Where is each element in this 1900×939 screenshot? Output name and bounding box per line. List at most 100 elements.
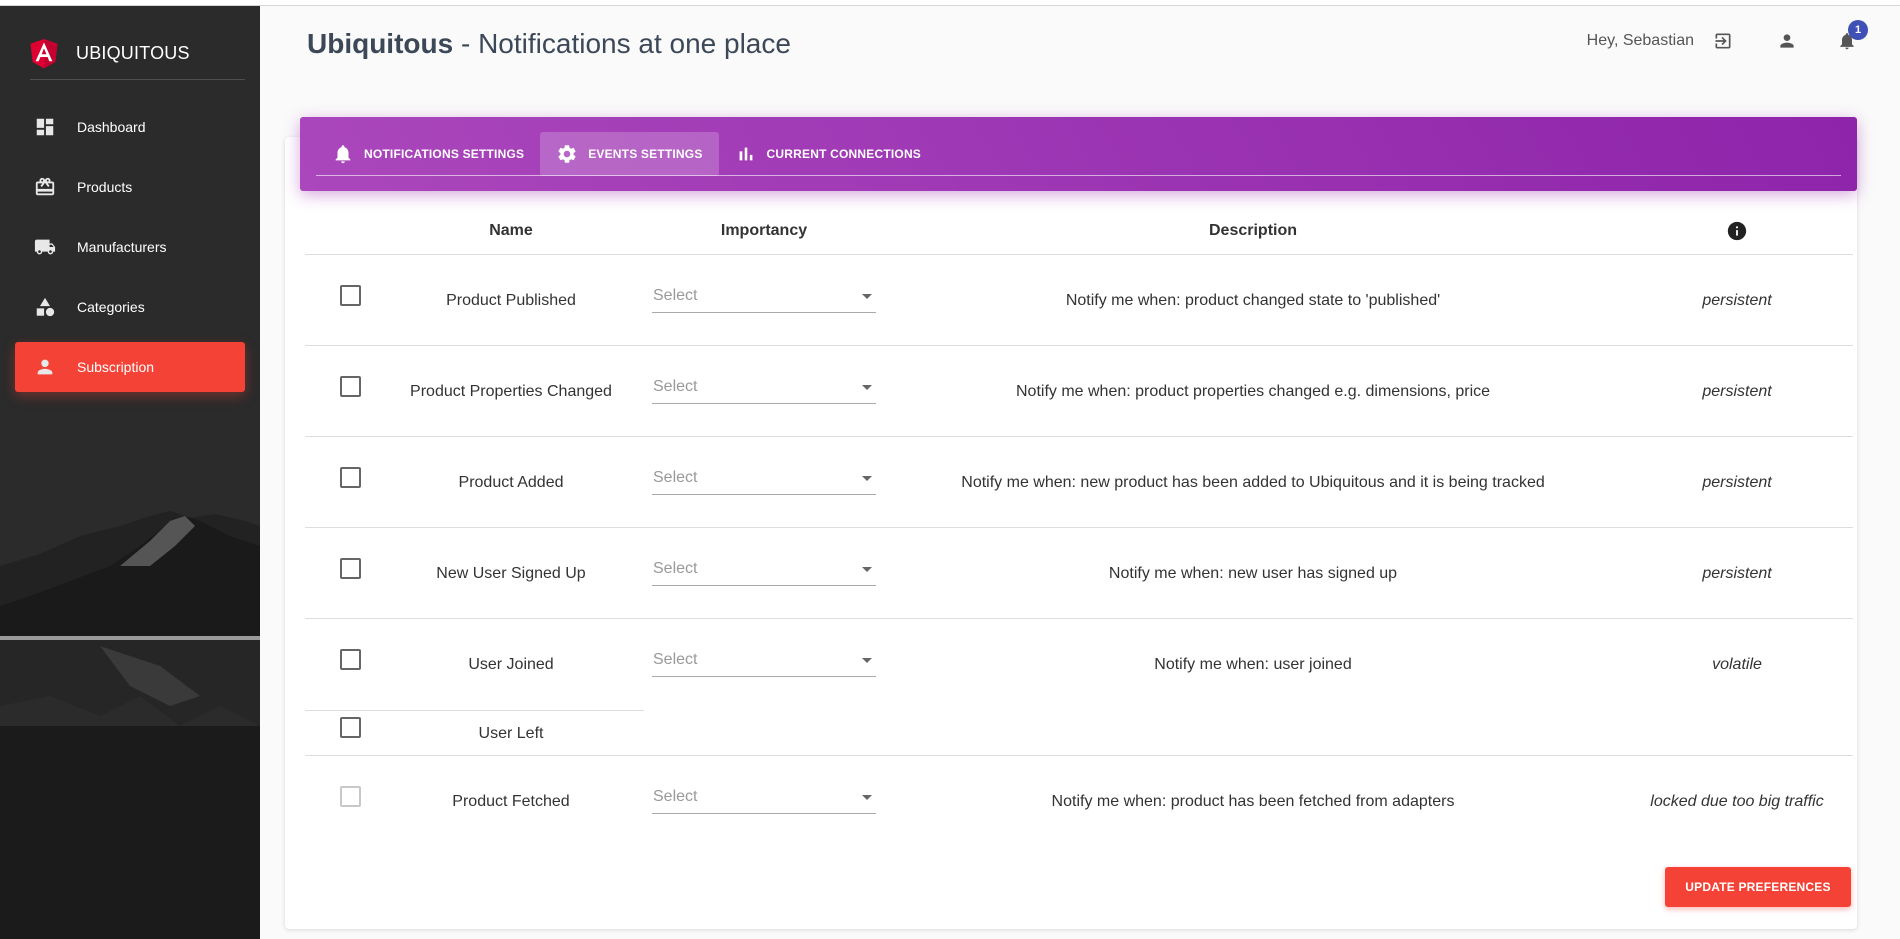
table-row-group: User Joined Select Notify me when: user … xyxy=(305,619,1853,756)
top-actions: Hey, Sebastian 1 xyxy=(1586,20,1868,52)
row-checkbox-disabled xyxy=(340,786,361,807)
event-type: persistent xyxy=(1702,474,1772,491)
notification-count-badge: 1 xyxy=(1848,20,1868,40)
events-table: Name Importancy Description Product Publ… xyxy=(305,210,1853,847)
select-placeholder: Select xyxy=(653,287,698,304)
importancy-select[interactable]: Select xyxy=(652,285,876,313)
table-row: Product Fetched Select Notify me when: p… xyxy=(305,756,1853,847)
sidebar-item-subscription[interactable]: Subscription xyxy=(15,342,245,392)
user-profile-icon[interactable] xyxy=(1776,30,1798,52)
top-bar: Ubiquitous - Notifications at one place … xyxy=(260,6,1900,76)
event-description: Notify me when: new user has signed up xyxy=(1108,565,1398,582)
event-name: Product Fetched xyxy=(452,793,570,810)
sidebar-item-label: Dashboard xyxy=(77,119,146,135)
chevron-down-icon xyxy=(862,476,872,481)
notifications-bell-icon[interactable]: 1 xyxy=(1836,20,1868,52)
event-name: New User Signed Up xyxy=(436,565,586,582)
importancy-select[interactable]: Select xyxy=(652,558,876,586)
brand[interactable]: UBIQUITOUS xyxy=(30,28,245,80)
tab-current-connections[interactable]: CURRENT CONNECTIONS xyxy=(719,132,937,176)
importancy-select[interactable]: Select xyxy=(652,376,876,404)
column-header-importancy: Importancy xyxy=(720,222,808,239)
person-icon xyxy=(33,355,57,379)
tabs-underline xyxy=(316,175,1841,176)
event-type: persistent xyxy=(1702,565,1772,582)
event-type: volatile xyxy=(1712,656,1762,673)
importancy-select[interactable]: Select xyxy=(652,467,876,495)
settings-tabs: NOTIFICATIONS SETTINGS EVENTS SETTINGS C… xyxy=(316,132,937,176)
update-preferences-button[interactable]: UPDATE PREFERENCES xyxy=(1665,867,1851,907)
sidebar-item-label: Categories xyxy=(77,299,145,315)
categories-icon xyxy=(33,295,57,319)
tab-notifications-settings[interactable]: NOTIFICATIONS SETTINGS xyxy=(316,132,540,176)
table-row: Product Published Select Notify me when:… xyxy=(305,255,1853,346)
sidebar-nav: Dashboard Products Manufacturers Categor… xyxy=(15,102,245,402)
event-description: Notify me when: product has been fetched… xyxy=(1051,793,1455,810)
event-type: persistent xyxy=(1702,292,1772,309)
sidebar-item-manufacturers[interactable]: Manufacturers xyxy=(15,222,245,272)
user-greeting: Hey, Sebastian xyxy=(1586,32,1694,49)
gear-icon xyxy=(556,143,578,165)
row-divider xyxy=(305,710,644,711)
sidebar: UBIQUITOUS Dashboard Products Manufactur… xyxy=(0,6,260,939)
logout-icon[interactable] xyxy=(1712,30,1734,52)
sidebar-item-categories[interactable]: Categories xyxy=(15,282,245,332)
row-checkbox[interactable] xyxy=(340,649,361,670)
info-icon[interactable] xyxy=(1726,220,1748,242)
tab-label: EVENTS SETTINGS xyxy=(588,147,703,161)
window-top-edge xyxy=(0,0,1900,6)
event-description: Notify me when: product properties chang… xyxy=(1015,383,1491,400)
chevron-down-icon xyxy=(862,385,872,390)
page-title-subtitle: - Notifications at one place xyxy=(453,28,791,59)
chevron-down-icon xyxy=(862,294,872,299)
brand-name: UBIQUITOUS xyxy=(76,43,190,63)
page-title: Ubiquitous - Notifications at one place xyxy=(307,28,791,60)
event-name: User Left xyxy=(478,725,544,742)
column-header-description: Description xyxy=(1208,222,1298,239)
select-placeholder: Select xyxy=(653,378,698,395)
bell-icon xyxy=(332,143,354,165)
truck-icon xyxy=(33,235,57,259)
column-header-name: Name xyxy=(489,222,533,239)
sidebar-item-label: Manufacturers xyxy=(77,239,167,255)
select-placeholder: Select xyxy=(653,788,698,805)
tab-label: NOTIFICATIONS SETTINGS xyxy=(364,147,525,161)
event-name: Product Added xyxy=(458,474,564,491)
tab-label: CURRENT CONNECTIONS xyxy=(766,147,922,161)
importancy-select[interactable]: Select xyxy=(652,649,876,677)
row-checkbox[interactable] xyxy=(340,376,361,397)
products-icon xyxy=(33,175,57,199)
bar-chart-icon xyxy=(735,143,757,165)
sidebar-item-products[interactable]: Products xyxy=(15,162,245,212)
importancy-select[interactable]: Select xyxy=(652,786,876,814)
row-checkbox[interactable] xyxy=(340,467,361,488)
table-header: Name Importancy Description xyxy=(305,210,1853,255)
table-row: New User Signed Up Select Notify me when… xyxy=(305,528,1853,619)
select-placeholder: Select xyxy=(653,651,698,668)
select-placeholder: Select xyxy=(653,560,698,577)
sidebar-item-label: Subscription xyxy=(77,359,155,375)
row-checkbox[interactable] xyxy=(340,717,361,738)
row-checkbox[interactable] xyxy=(340,558,361,579)
event-description: Notify me when: user joined xyxy=(1154,656,1352,673)
chevron-down-icon xyxy=(862,658,872,663)
dashboard-icon xyxy=(33,115,57,139)
angular-logo-icon xyxy=(30,38,58,68)
event-name: Product Published xyxy=(446,292,576,309)
event-description: Notify me when: product changed state to… xyxy=(1065,292,1441,309)
row-checkbox[interactable] xyxy=(340,285,361,306)
tab-events-settings[interactable]: EVENTS SETTINGS xyxy=(540,132,719,176)
chevron-down-icon xyxy=(862,567,872,572)
page-title-brand: Ubiquitous xyxy=(307,28,454,59)
table-row: Product Added Select Notify me when: new… xyxy=(305,437,1853,528)
event-description: Notify me when: new product has been add… xyxy=(961,474,1545,491)
sidebar-item-dashboard[interactable]: Dashboard xyxy=(15,102,245,152)
select-placeholder: Select xyxy=(653,469,698,486)
event-name: User Joined xyxy=(468,656,554,673)
event-type: locked due too big traffic xyxy=(1650,793,1824,810)
table-row: Product Properties Changed Select Notify… xyxy=(305,346,1853,437)
sidebar-item-label: Products xyxy=(77,179,133,195)
event-type: persistent xyxy=(1702,383,1772,400)
card-header: NOTIFICATIONS SETTINGS EVENTS SETTINGS C… xyxy=(300,117,1857,191)
event-name: Product Properties Changed xyxy=(410,383,612,400)
